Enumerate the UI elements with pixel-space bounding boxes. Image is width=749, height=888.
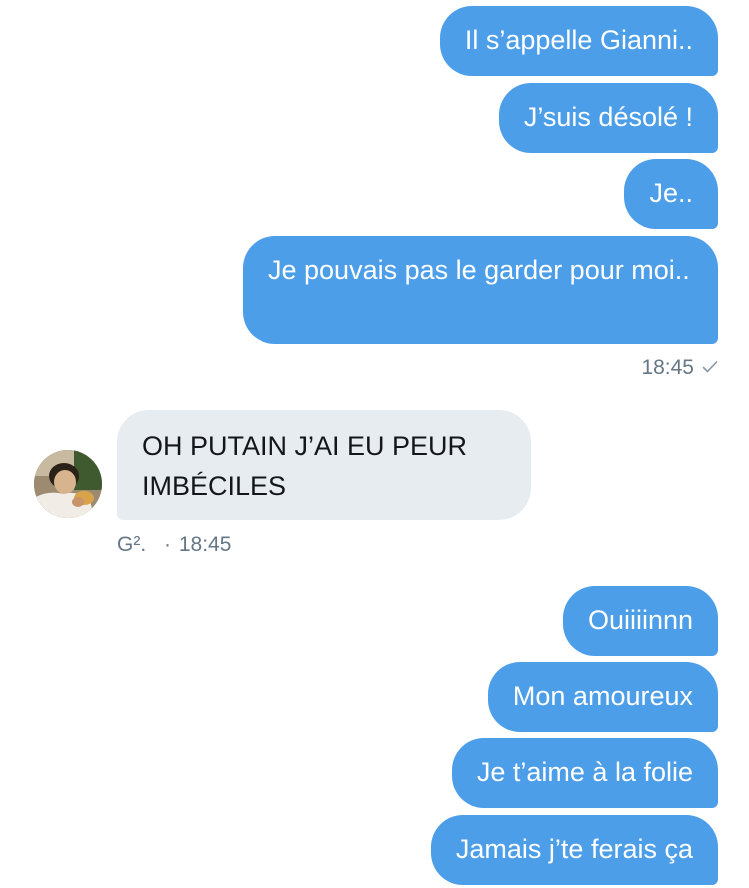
avatar[interactable]: [34, 450, 102, 518]
message-time: 18:45: [641, 356, 694, 379]
message-text: Mon amoureux: [512, 681, 693, 711]
message-meta: 18:45: [641, 356, 718, 380]
outgoing-message[interactable]: Mon amoureux: [487, 662, 718, 732]
message-text: OH PUTAIN J’AI EU PEUR IMBÉCILES: [142, 431, 468, 501]
outgoing-message[interactable]: Il s’appelle Gianni..: [439, 6, 718, 76]
meta-separator: ·: [164, 533, 172, 556]
outgoing-message[interactable]: Je..: [624, 159, 718, 229]
check-icon: [702, 356, 718, 380]
message-text: Ouiiiinnn: [587, 605, 693, 635]
outgoing-message[interactable]: Je pouvais pas le garder pour moi..: [243, 236, 718, 344]
outgoing-message[interactable]: Je t’aime à la folie: [451, 738, 718, 808]
message-meta: G². · 18:45: [117, 533, 231, 557]
message-text: Je..: [649, 178, 693, 208]
outgoing-message[interactable]: Ouiiiinnn: [562, 586, 718, 656]
message-text: J’suis désolé !: [523, 102, 693, 132]
message-time: 18:45: [178, 533, 232, 556]
incoming-message[interactable]: OH PUTAIN J’AI EU PEUR IMBÉCILES: [117, 410, 531, 520]
message-text: Il s’appelle Gianni..: [464, 25, 693, 55]
message-text: Jamais j’te ferais ça: [455, 834, 693, 864]
sender-name[interactable]: G².: [117, 533, 146, 556]
outgoing-message[interactable]: J’suis désolé !: [498, 83, 718, 153]
message-text: Je t’aime à la folie: [476, 757, 693, 787]
outgoing-message[interactable]: Jamais j’te ferais ça: [430, 815, 718, 885]
message-text: Je pouvais pas le garder pour moi..: [268, 255, 690, 285]
